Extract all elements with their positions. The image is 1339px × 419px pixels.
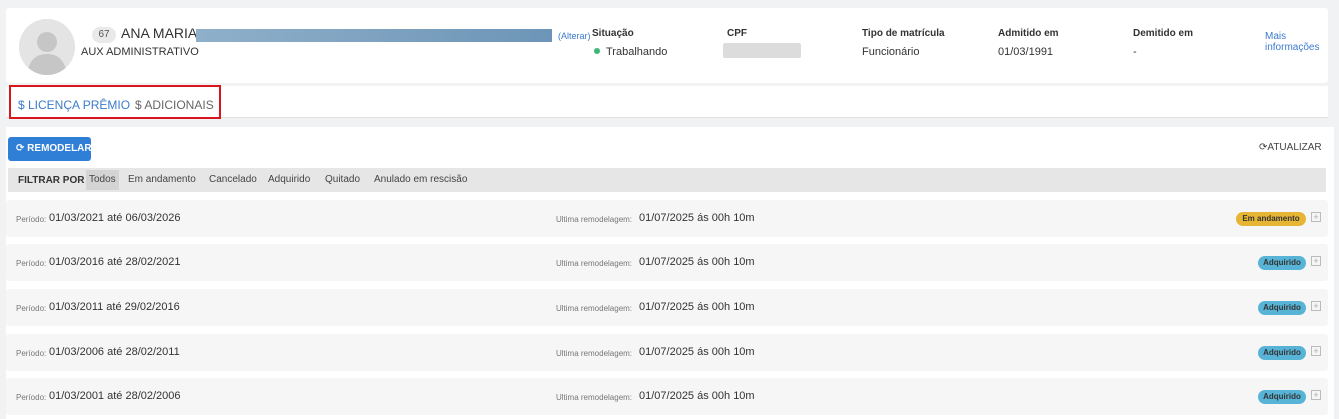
expand-icon[interactable]: + [1311, 301, 1321, 311]
avatar [19, 19, 75, 75]
status-badge: Adquirido [1258, 346, 1306, 360]
status-dot-icon [594, 48, 600, 55]
periodo-label: Período: [16, 304, 47, 313]
table-row[interactable]: Período: 01/03/2006 até 28/02/2011 Ultim… [6, 334, 1328, 371]
periodo-label: Período: [16, 215, 47, 224]
remodelagem-label: Ultima remodelagem: [556, 259, 633, 268]
periodo-value: 01/03/2001 até 28/02/2006 [49, 390, 181, 402]
main-panel: ⟳ REMODELAR ⟳ATUALIZAR FILTRAR POR Todos… [6, 127, 1334, 419]
remodelagem-label: Ultima remodelagem: [556, 349, 633, 358]
situacao-label: Situação [592, 28, 634, 39]
cpf-label: CPF [727, 28, 747, 39]
demitido-value: - [1133, 46, 1137, 58]
filter-adquirido[interactable]: Adquirido [268, 170, 310, 190]
status-badge: Adquirido [1258, 256, 1306, 270]
periodo-value: 01/03/2021 até 06/03/2026 [49, 212, 181, 224]
remodelagem-value: 01/07/2025 ás 00h 10m [639, 390, 755, 402]
employee-name: ANA MARIA [121, 25, 198, 41]
refresh-icon: ⟳ [16, 143, 25, 154]
table-row[interactable]: Período: 01/03/2021 até 06/03/2026 Ultim… [6, 200, 1328, 237]
expand-icon[interactable]: + [1311, 346, 1321, 356]
employee-number-badge: 67 [92, 27, 116, 43]
expand-icon[interactable]: + [1311, 256, 1321, 266]
redacted-cpf [723, 43, 801, 58]
remodelagem-label: Ultima remodelagem: [556, 393, 633, 402]
periodo-value: 01/03/2011 até 29/02/2016 [49, 301, 180, 313]
admitido-label: Admitido em [998, 28, 1059, 39]
remodelagem-value: 01/07/2025 ás 00h 10m [639, 301, 755, 313]
table-row[interactable]: Período: 01/03/2001 até 28/02/2006 Ultim… [6, 378, 1328, 415]
expand-icon[interactable]: + [1311, 212, 1321, 222]
filter-cancelado[interactable]: Cancelado [209, 170, 257, 190]
situacao-value: Trabalhando [594, 46, 667, 58]
employee-role: AUX ADMINISTRATIVO [81, 46, 199, 58]
redacted-surname [196, 29, 552, 42]
periodo-label: Período: [16, 349, 47, 358]
filter-todos[interactable]: Todos [86, 170, 119, 190]
remodelagem-value: 01/07/2025 ás 00h 10m [639, 256, 755, 268]
filter-em-andamento[interactable]: Em andamento [128, 170, 196, 190]
user-silhouette-icon [19, 19, 75, 75]
demitido-label: Demitido em [1133, 28, 1194, 39]
employee-card: 67 ANA MARIA (Alterar) AUX ADMINISTRATIV… [6, 8, 1328, 83]
filter-anulado-em-rescisao[interactable]: Anulado em rescisão [374, 170, 467, 190]
filter-bar: FILTRAR POR Todos Em andamento Cancelado… [8, 168, 1326, 192]
status-badge: Em andamento [1236, 212, 1306, 226]
periodo-label: Período: [16, 259, 47, 268]
remodelagem-label: Ultima remodelagem: [556, 304, 633, 313]
filter-label: FILTRAR POR [18, 175, 85, 186]
periodo-value: 01/03/2016 até 28/02/2021 [49, 256, 181, 268]
matricula-value: Funcionário [862, 46, 920, 58]
filter-quitado[interactable]: Quitado [325, 170, 360, 190]
mais-informacoes-link[interactable]: Mais informações [1265, 31, 1319, 53]
periodo-value: 01/03/2006 até 28/02/2011 [49, 346, 180, 358]
tabs-highlight-frame [9, 85, 221, 119]
remodelagem-value: 01/07/2025 ás 00h 10m [639, 212, 755, 224]
atualizar-button[interactable]: ⟳ATUALIZAR [1259, 142, 1322, 153]
remodelagem-label: Ultima remodelagem: [556, 215, 633, 224]
matricula-label: Tipo de matrícula [862, 28, 945, 39]
status-badge: Adquirido [1258, 390, 1306, 404]
admitido-value: 01/03/1991 [998, 46, 1054, 58]
status-badge: Adquirido [1258, 301, 1306, 315]
remodelar-button[interactable]: ⟳ REMODELAR [8, 137, 92, 161]
expand-icon[interactable]: + [1311, 390, 1321, 400]
table-row[interactable]: Período: 01/03/2016 até 28/02/2021 Ultim… [6, 244, 1328, 281]
periodo-label: Período: [16, 393, 47, 402]
table-row[interactable]: Período: 01/03/2011 até 29/02/2016 Ultim… [6, 289, 1328, 326]
alterar-link[interactable]: (Alterar) [558, 31, 591, 41]
remodelagem-value: 01/07/2025 ás 00h 10m [639, 346, 755, 358]
